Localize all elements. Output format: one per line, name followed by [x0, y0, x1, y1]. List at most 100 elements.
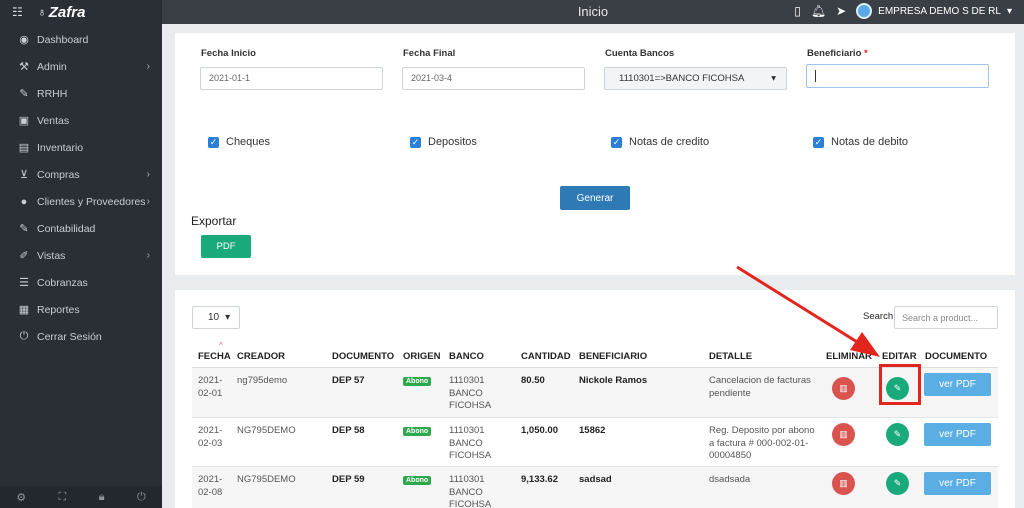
export-pdf-button[interactable]: PDF: [201, 235, 251, 258]
generar-button[interactable]: Generar: [560, 186, 630, 210]
sidebar-item-inventario[interactable]: ▤ Inventario: [0, 134, 162, 161]
cell-detalle: Reg. Deposito por abono: [709, 425, 815, 436]
cell-detalle: pendiente: [709, 387, 751, 399]
page-length-select[interactable]: 10 ▾: [192, 306, 240, 329]
app-logo[interactable]: ♁ Zafra: [37, 4, 86, 21]
settings-icon[interactable]: ⚙: [16, 491, 26, 504]
col-detalle[interactable]: DETALLE: [709, 351, 752, 362]
sidebar-item-reportes[interactable]: ▦ Reportes: [0, 296, 162, 323]
filter-panel: Fecha Inicio 2021-01-1 Fecha Final 2021-…: [175, 33, 1015, 275]
sidebar-item-compras[interactable]: ⊻ Compras ›: [0, 161, 162, 188]
bell-icon[interactable]: 🔔︎: [811, 4, 826, 18]
cell-cantidad: 80.50: [521, 375, 545, 386]
org-name: EMPRESA DEMO S DE RL: [878, 5, 1001, 17]
checkbox-depositos[interactable]: ✓ Depositos: [410, 136, 477, 148]
search-label: Search:: [863, 311, 896, 322]
sidebar-item-cobranzas[interactable]: ☰ Cobranzas: [0, 269, 162, 296]
money-icon: ▣: [18, 115, 30, 127]
sidebar-item-label: Vistas: [37, 249, 66, 262]
checkbox-label: Cheques: [226, 136, 271, 148]
list-icon: ☰: [19, 277, 29, 289]
sidebar-item-contabilidad[interactable]: ✎ Contabilidad: [0, 215, 162, 242]
col-documento[interactable]: DOCUMENTO: [332, 351, 394, 362]
check-icon: ✓: [208, 136, 219, 148]
checkbox-label: Notas de debito: [831, 136, 909, 148]
cell-detalle: dsadsada: [709, 474, 751, 485]
sidebar-item-label: RRHH: [37, 87, 68, 100]
origen-badge: Abono: [403, 476, 432, 485]
fecha-final-input[interactable]: 2021-03-4: [402, 67, 585, 90]
report-icon: ▦: [18, 304, 30, 316]
checkbox-notas-credito[interactable]: ✓ Notas de credito: [611, 136, 709, 148]
check-icon: ✓: [611, 136, 622, 148]
power-icon: ⏻: [19, 330, 29, 342]
col-banco[interactable]: BANCO: [449, 351, 484, 362]
sidebar-item-ventas[interactable]: ▣ Ventas: [0, 107, 162, 134]
cell-fecha: 2021-: [198, 375, 223, 386]
send-icon[interactable]: ➤: [836, 4, 846, 18]
cell-documento: DEP 59: [332, 474, 365, 485]
menu-toggle-icon[interactable]: ☷: [12, 5, 23, 19]
topbar-actions: ▯ 🔔︎ ➤ EMPRESA DEMO S DE RL ▾: [794, 3, 1012, 19]
edit-button[interactable]: ✎: [886, 472, 909, 495]
col-creador[interactable]: CREADOR: [237, 351, 285, 362]
sidebar-item-label: Inventario: [37, 141, 84, 154]
logout-icon[interactable]: ⏻: [137, 491, 146, 504]
pencil-icon: ✎: [19, 223, 29, 235]
fecha-inicio-input[interactable]: 2021-01-1: [200, 67, 383, 90]
chevron-right-icon: ›: [146, 169, 150, 180]
sidebar-item-label: Contabilidad: [37, 222, 96, 235]
cell-beneficiario: Nickole Ramos: [579, 375, 648, 386]
sidebar-item-admin[interactable]: ⚒ Admin ›: [0, 53, 162, 80]
sidebar-item-rrhh[interactable]: ✎ RRHH: [0, 80, 162, 107]
ver-pdf-button[interactable]: ver PDF: [924, 472, 991, 495]
delete-button[interactable]: ▥: [832, 423, 855, 446]
cell-banco: FICOHSA: [449, 450, 492, 461]
sidebar-nav: ◉ Dashboard ⚒ Admin › ✎ RRHH ▣ Ventas ▤ Inventario…: [0, 26, 162, 350]
cell-detalle: 00004850: [709, 450, 752, 461]
sort-asc-icon: ^: [219, 341, 223, 350]
check-icon: ✓: [813, 136, 824, 148]
delete-button[interactable]: ▥: [832, 377, 855, 400]
cell-banco: 1110301: [449, 474, 485, 485]
cell-creador: ng795demo: [237, 375, 288, 386]
sidebar-item-cerrar-sesi-n[interactable]: ⏻ Cerrar Sesión: [0, 323, 162, 350]
cell-fecha: 2021-: [198, 425, 223, 436]
exportar-label: Exportar: [191, 214, 237, 228]
beneficiario-label-text: Beneficiario: [807, 48, 862, 59]
beneficiario-input[interactable]: [806, 64, 989, 88]
sidebar-item-dashboard[interactable]: ◉ Dashboard: [0, 26, 162, 53]
org-menu[interactable]: EMPRESA DEMO S DE RL ▾: [856, 3, 1012, 19]
chevron-right-icon: ›: [146, 196, 150, 207]
edit-button[interactable]: ✎: [886, 423, 909, 446]
sidebar-footer: ⚙ ⛶ 🔒︎ ⏻: [0, 486, 162, 508]
chevron-right-icon: ›: [146, 61, 150, 72]
sidebar-item-label: Ventas: [37, 114, 70, 127]
trash-icon: ▥: [839, 478, 848, 488]
ver-pdf-button[interactable]: ver PDF: [924, 373, 991, 396]
sidebar-item-clientes-y-proveedores[interactable]: ● Clientes y Proveedores ›: [0, 188, 162, 215]
col-cantidad[interactable]: CANTIDAD: [521, 351, 571, 362]
ver-pdf-button[interactable]: ver PDF: [924, 423, 991, 446]
fullscreen-icon[interactable]: ⛶: [59, 491, 67, 504]
mobile-icon[interactable]: ▯: [794, 4, 801, 18]
lock-icon[interactable]: 🔒︎: [99, 491, 105, 504]
col-documento-pdf[interactable]: DOCUMENTO: [925, 351, 987, 362]
cell-banco: 1110301: [449, 375, 485, 386]
col-origen[interactable]: ORIGEN: [403, 351, 440, 362]
col-editar[interactable]: EDITAR: [882, 351, 917, 362]
cuenta-bancos-select[interactable]: 1110301=>BANCO FICOHSA ▾: [604, 67, 787, 90]
search-input[interactable]: Search a product...: [894, 306, 998, 329]
cell-detalle: Cancelacion de facturas: [709, 375, 811, 386]
sidebar-item-label: Reportes: [37, 303, 80, 316]
col-fecha[interactable]: FECHA: [198, 351, 231, 362]
chevron-down-icon: ▾: [1006, 5, 1012, 17]
sidebar-item-vistas[interactable]: ✐ Vistas ›: [0, 242, 162, 269]
col-beneficiario[interactable]: BENEFICIARIO: [579, 351, 647, 362]
checkbox-notas-debito[interactable]: ✓ Notas de debito: [813, 136, 908, 148]
beneficiario-label: Beneficiario *: [807, 48, 868, 59]
text-cursor: [815, 70, 816, 82]
delete-button[interactable]: ▥: [832, 472, 855, 495]
col-eliminar[interactable]: ELIMINAR: [826, 351, 872, 362]
checkbox-cheques[interactable]: ✓ Cheques: [208, 136, 270, 148]
